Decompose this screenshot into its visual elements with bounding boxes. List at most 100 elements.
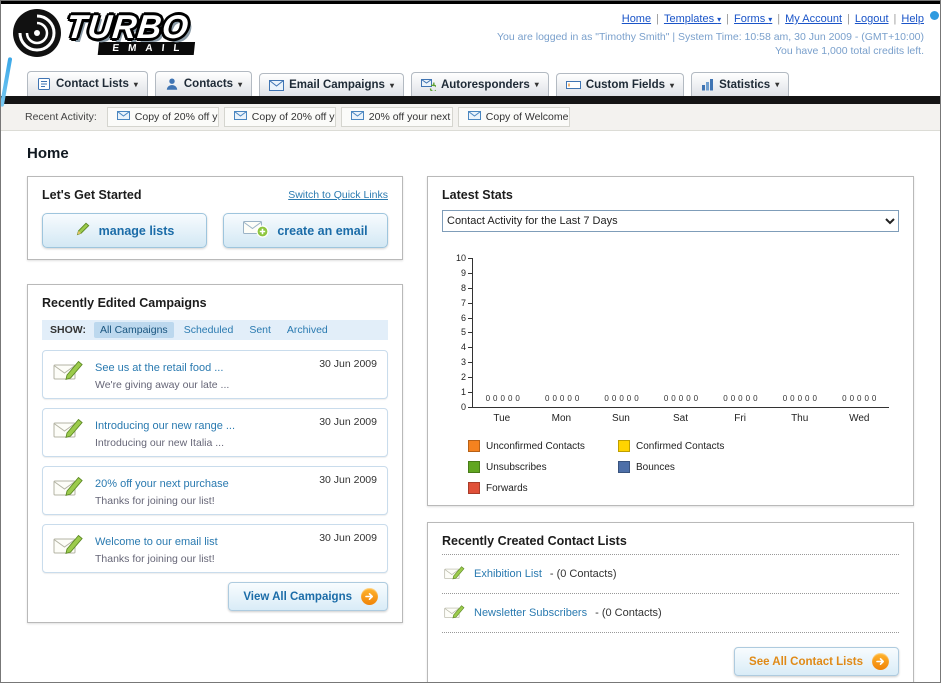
chart-value-label: 0 <box>753 394 758 403</box>
legend-label: Bounces <box>636 461 675 473</box>
nav-tab-custom-fields[interactable]: Custom Fields ▾ <box>555 73 685 96</box>
legend-item: Confirmed Contacts <box>618 440 768 452</box>
campaign-row[interactable]: Welcome to our email list Thanks for join… <box>42 524 388 573</box>
legend-swatch <box>468 440 480 452</box>
see-all-contact-lists-button[interactable]: See All Contact Lists <box>734 647 899 676</box>
contact-list-count: - (0 Contacts) <box>595 607 662 619</box>
nav-tab-email-campaigns[interactable]: Email Campaigns ▾ <box>259 73 404 96</box>
x-axis-label: Mon <box>551 413 572 424</box>
main-content: Home Let's Get Started Switch to Quick L… <box>1 131 940 682</box>
campaign-title-link[interactable]: Introducing our new range ... <box>95 420 235 432</box>
logo-text: TURBO EMAIL <box>64 8 199 56</box>
recent-activity-item-label: 20% off your next <box>368 111 451 123</box>
y-axis-label: 3 <box>461 358 472 367</box>
list-pencil-icon <box>444 603 466 623</box>
recent-activity-item[interactable]: Copy of 20% off yc <box>223 107 336 127</box>
recent-activity-item[interactable]: 20% off your next <box>340 107 453 127</box>
view-all-campaigns-button[interactable]: View All Campaigns <box>228 582 388 611</box>
chevron-down-icon: ▾ <box>389 80 394 90</box>
campaign-subtitle: We're giving away our late ... <box>95 379 230 391</box>
y-axis-label: 10 <box>456 254 472 263</box>
campaign-row[interactable]: See us at the retail food ... We're givin… <box>42 350 388 399</box>
chart-value-label: 0 <box>574 394 580 403</box>
chart-value-label: 0 <box>745 394 751 403</box>
contact-list-link[interactable]: Newsletter Subscribers <box>474 607 587 619</box>
nav-tab-label: Autoresponders <box>440 78 530 91</box>
campaign-row[interactable]: Introducing our new range ... Introducing… <box>42 408 388 457</box>
campaign-date: 30 Jun 2009 <box>319 532 377 544</box>
campaign-subtitle: Thanks for joining our list! <box>95 495 215 507</box>
envelope-pencil-icon <box>53 358 85 387</box>
chart-value-label: 0 <box>782 394 788 403</box>
chart-value-label: 0 <box>842 394 847 403</box>
y-axis-label: 2 <box>461 373 472 382</box>
chart-value-label: 0 <box>738 394 743 403</box>
chart-value-label: 0 <box>619 394 624 403</box>
y-axis: 10 9 8 7 6 5 4 3 2 1 0 <box>448 254 472 411</box>
campaign-tab-scheduled[interactable]: Scheduled <box>178 322 240 338</box>
top-link-home[interactable]: Home <box>622 13 651 25</box>
top-link-logout[interactable]: Logout <box>855 13 889 25</box>
campaign-tab-sent[interactable]: Sent <box>243 322 277 338</box>
chart-value-label: 0 <box>857 394 862 403</box>
arrow-circle-icon <box>361 588 378 605</box>
top-link-help[interactable]: Help <box>901 13 924 25</box>
chevron-down-icon: ▾ <box>768 15 773 24</box>
nav-tab-contact-lists[interactable]: Contact Lists ▾ <box>27 71 148 96</box>
campaign-tab-all-campaigns[interactable]: All Campaigns <box>93 322 174 338</box>
nav-tab-autoresponders[interactable]: Autoresponders ▾ <box>410 72 549 96</box>
chart-category-group: 00000 <box>830 395 889 407</box>
nav-tab-statistics[interactable]: Statistics ▾ <box>691 72 790 96</box>
nav-tab-label: Custom Fields <box>585 79 666 91</box>
chevron-down-icon: ▾ <box>775 80 780 89</box>
create-email-button[interactable]: create an email <box>223 213 388 248</box>
main-nav: Contact Lists ▾ Contacts ▾ Email Campaigns ▾ A… <box>1 66 940 96</box>
envelope-pencil-icon <box>53 474 85 503</box>
statistics-icon <box>701 78 714 91</box>
x-axis-label: Fri <box>734 413 746 424</box>
campaign-subtitle: Introducing our new Italia ... <box>95 437 224 449</box>
top-link-forms[interactable]: Forms ▾ <box>734 13 772 25</box>
see-all-contact-lists-label: See All Contact Lists <box>749 655 863 668</box>
chevron-down-icon: ▾ <box>670 80 675 90</box>
email-campaigns-icon <box>269 79 285 91</box>
manage-lists-button[interactable]: manage lists <box>42 213 207 248</box>
campaign-row[interactable]: 20% off your next purchase Thanks for joi… <box>42 466 388 515</box>
y-axis-label: 8 <box>461 283 472 292</box>
header: TURBO EMAIL Home | Templates ▾ | Forms ▾ | My … <box>1 4 940 66</box>
campaign-tabs-list: All Campaigns Scheduled Sent Archived <box>93 322 338 338</box>
link-separator: | <box>656 13 659 25</box>
stats-legend: Unconfirmed Contacts Confirmed Contacts Un… <box>442 440 899 494</box>
recent-activity-item[interactable]: Copy of Welcome tc <box>457 107 570 127</box>
recent-activity-bar: Recent Activity: Copy of 20% off yc Copy … <box>1 104 940 131</box>
nav-divider-bar <box>1 96 940 104</box>
switch-quick-links-link[interactable]: Switch to Quick Links <box>288 189 388 201</box>
campaign-title-link[interactable]: Welcome to our email list <box>95 536 218 548</box>
contact-lists-panel: Recently Created Contact Lists Exhibitio… <box>427 522 914 682</box>
y-axis-label: 9 <box>461 268 472 277</box>
chart-value-label: 0 <box>611 394 617 403</box>
top-link-templates[interactable]: Templates ▾ <box>664 13 721 25</box>
chevron-down-icon: ▾ <box>717 15 722 24</box>
campaigns-panel: Recently Edited Campaigns SHOW: All Camp… <box>27 284 403 623</box>
chart-value-label: 0 <box>485 394 491 403</box>
chart-value-label: 0 <box>515 394 520 403</box>
contact-lists-icon <box>37 77 51 91</box>
link-separator: | <box>777 13 781 25</box>
campaign-list: See us at the retail food ... We're givin… <box>42 350 388 573</box>
top-links: Home | Templates ▾ | Forms ▾ | My Account | Logo… <box>497 9 924 27</box>
stats-period-select[interactable]: Contact Activity for the Last 7 Days <box>442 210 899 232</box>
recent-activity-item[interactable]: Copy of 20% off yc <box>106 107 219 127</box>
campaign-title-link[interactable]: 20% off your next purchase <box>95 478 229 490</box>
stats-chart: 10 9 8 7 6 5 4 3 2 1 0 0 0 0 0 0 0 0 0 0 0 0 0 0 0 0 0 0 0 0 0 0 0 0 0 0 0 0 0… <box>448 254 889 424</box>
campaign-tab-archived[interactable]: Archived <box>281 322 334 338</box>
y-axis-label: 4 <box>461 343 472 352</box>
app-logo[interactable]: TURBO EMAIL <box>11 7 196 59</box>
contact-lists-title: Recently Created Contact Lists <box>442 534 627 548</box>
nav-tab-contacts[interactable]: Contacts ▾ <box>154 71 253 96</box>
campaign-filter-tabs: SHOW: All Campaigns Scheduled Sent Archived <box>42 320 388 340</box>
top-link-my-account[interactable]: My Account <box>785 13 842 25</box>
contact-list-link[interactable]: Exhibition List <box>474 568 542 580</box>
campaign-title-link[interactable]: See us at the retail food ... <box>95 362 223 374</box>
chart-value-label: 0 <box>626 394 632 403</box>
